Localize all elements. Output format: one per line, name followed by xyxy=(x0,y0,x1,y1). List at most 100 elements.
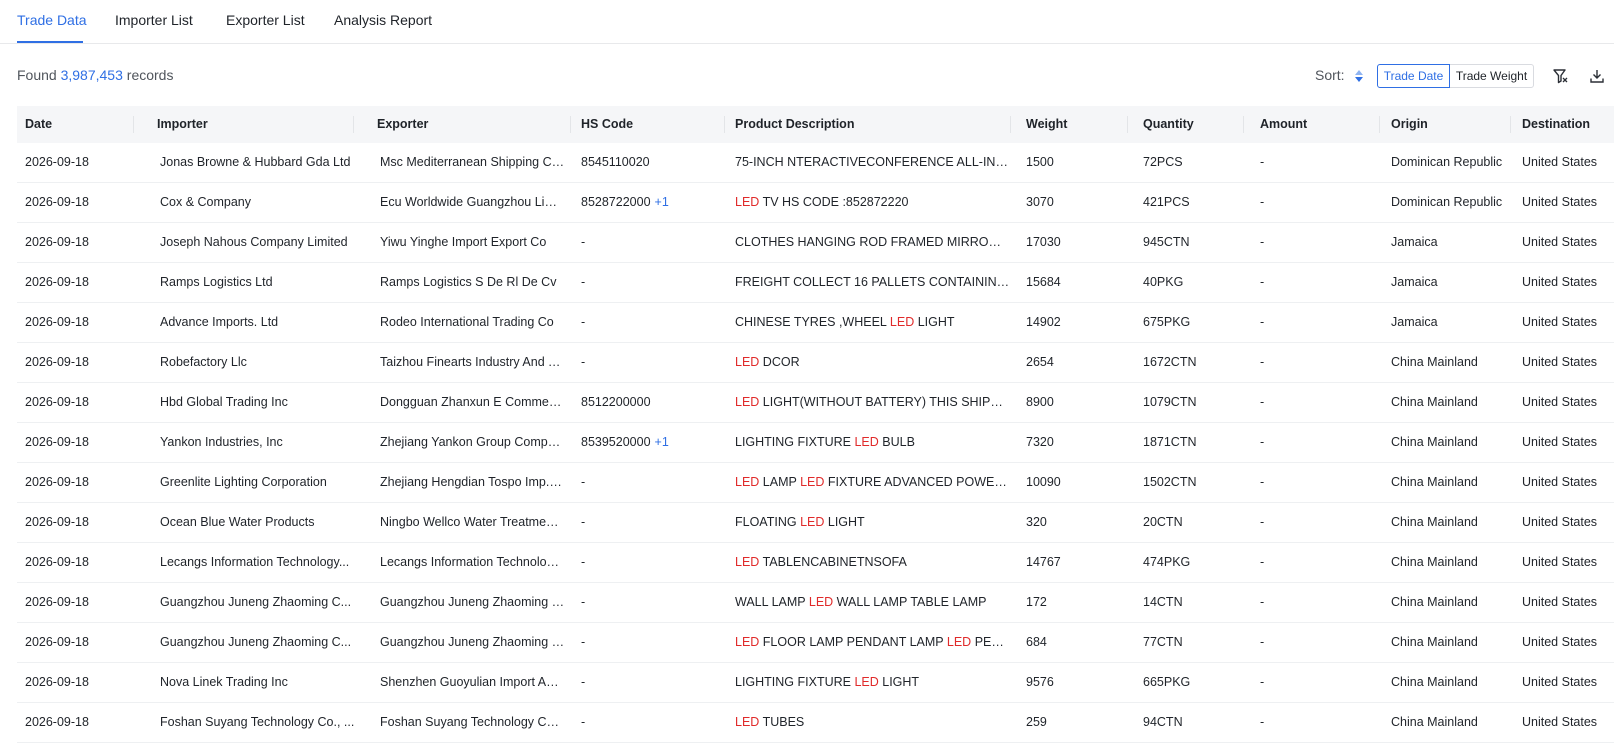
column-header-weight[interactable]: Weight xyxy=(1026,106,1067,143)
cell-hs-code: - xyxy=(581,503,721,543)
cell-exporter[interactable]: Rodeo International Trading Co xyxy=(380,303,565,343)
cell-amount: - xyxy=(1260,435,1265,449)
cell-hs-code: - xyxy=(581,303,721,343)
cell-exporter[interactable]: Guangzhou Juneng Zhaoming C... xyxy=(380,623,565,663)
sort-trade-date-button[interactable]: Trade Date xyxy=(1377,64,1450,88)
cell-weight: 1500 xyxy=(1026,155,1054,169)
hs-code-more-link[interactable]: +1 xyxy=(655,435,669,449)
cell-date: 2026-09-18 xyxy=(25,275,89,289)
keyword-highlight: LED xyxy=(800,515,825,529)
column-divider xyxy=(570,116,571,133)
cell-exporter[interactable]: Shenzhen Guoyulian Import And... xyxy=(380,663,565,703)
column-header-amount[interactable]: Amount xyxy=(1260,106,1307,143)
column-header-origin[interactable]: Origin xyxy=(1391,106,1428,143)
table-row[interactable]: 2026-09-18 Advance Imports. Ltd Rodeo Inte… xyxy=(17,303,1614,343)
sort-trade-weight-button[interactable]: Trade Weight xyxy=(1449,64,1534,88)
cell-exporter[interactable]: Guangzhou Juneng Zhaoming C... xyxy=(380,583,565,623)
cell-amount: - xyxy=(1260,595,1265,609)
cell-importer[interactable]: Yankon Industries, Inc xyxy=(160,423,365,463)
column-header-hs-code[interactable]: HS Code xyxy=(581,106,633,143)
cell-exporter[interactable]: Zhejiang Hengdian Tospo Imp.& ... xyxy=(380,463,565,503)
cell-importer[interactable]: Ramps Logistics Ltd xyxy=(160,263,365,303)
cell-importer[interactable]: Nova Linek Trading Inc xyxy=(160,663,365,703)
cell-importer[interactable]: Lecangs Information Technology... xyxy=(160,543,365,583)
cell-exporter[interactable]: Foshan Suyang Technology Co., ... xyxy=(380,703,565,743)
cell-origin: China Mainland xyxy=(1391,715,1478,729)
cell-exporter[interactable]: Zhejiang Yankon Group Company xyxy=(380,423,565,463)
column-header-product-description[interactable]: Product Description xyxy=(735,106,854,143)
cell-exporter[interactable]: Yiwu Yinghe Import Export Co xyxy=(380,223,565,263)
table-row[interactable]: 2026-09-18 Guangzhou Juneng Zhaoming C...… xyxy=(17,623,1614,663)
cell-importer[interactable]: Guangzhou Juneng Zhaoming C... xyxy=(160,583,365,623)
cell-exporter[interactable]: Taizhou Finearts Industry And Tra... xyxy=(380,343,565,383)
cell-weight: 9576 xyxy=(1026,675,1054,689)
cell-importer[interactable]: Jonas Browne & Hubbard Gda Ltd xyxy=(160,143,365,183)
tab-trade-data[interactable]: Trade Data xyxy=(17,12,87,28)
sort-label: Sort: xyxy=(1315,67,1345,83)
table-row[interactable]: 2026-09-18 Yankon Industries, Inc Zhejiang… xyxy=(17,423,1614,463)
hs-code-value: - xyxy=(581,675,586,689)
hs-code-more-link[interactable]: +1 xyxy=(655,195,669,209)
column-header-importer[interactable]: Importer xyxy=(157,106,208,143)
table-row[interactable]: 2026-09-18 Foshan Suyang Technology Co., … xyxy=(17,703,1614,743)
cell-importer[interactable]: Guangzhou Juneng Zhaoming C... xyxy=(160,623,365,663)
cell-origin: Jamaica xyxy=(1391,235,1438,249)
download-icon[interactable] xyxy=(1588,67,1606,85)
active-tab-indicator xyxy=(17,41,83,43)
table-row[interactable]: 2026-09-18 Ramps Logistics Ltd Ramps Logis… xyxy=(17,263,1614,303)
filter-icon[interactable] xyxy=(1552,67,1570,85)
cell-importer[interactable]: Ocean Blue Water Products xyxy=(160,503,365,543)
table-row[interactable]: 2026-09-18 Jonas Browne & Hubbard Gda Ltd… xyxy=(17,143,1614,183)
cell-exporter[interactable]: Dongguan Zhanxun E Commerc... xyxy=(380,383,565,423)
cell-importer[interactable]: Hbd Global Trading Inc xyxy=(160,383,365,423)
cell-quantity: 94CTN xyxy=(1143,715,1183,729)
cell-importer[interactable]: Cox & Company xyxy=(160,183,365,223)
cell-importer[interactable]: Advance Imports. Ltd xyxy=(160,303,365,343)
cell-exporter[interactable]: Ecu Worldwide Guangzhou Limit... xyxy=(380,183,565,223)
table-row[interactable]: 2026-09-18 Joseph Nahous Company Limited Y… xyxy=(17,223,1614,263)
cell-importer[interactable]: Foshan Suyang Technology Co., ... xyxy=(160,703,365,743)
cell-importer[interactable]: Joseph Nahous Company Limited xyxy=(160,223,365,263)
table-header: Date Importer Exporter HS Code Product D… xyxy=(17,106,1614,143)
table-row[interactable]: 2026-09-18 Greenlite Lighting Corporation… xyxy=(17,463,1614,503)
column-header-date[interactable]: Date xyxy=(25,106,52,143)
cell-weight: 8900 xyxy=(1026,395,1054,409)
column-header-exporter[interactable]: Exporter xyxy=(377,106,428,143)
cell-product-description: WALL LAMP LED WALL LAMP TABLE LAMP xyxy=(735,595,987,609)
table-row[interactable]: 2026-09-18 Hbd Global Trading Inc Dongguan… xyxy=(17,383,1614,423)
keyword-highlight: LED xyxy=(735,195,760,209)
table-row[interactable]: 2026-09-18 Guangzhou Juneng Zhaoming C...… xyxy=(17,583,1614,623)
cell-destination: United States xyxy=(1522,555,1598,569)
table-row[interactable]: 2026-09-18 Nova Linek Trading Inc Shenzhen… xyxy=(17,663,1614,703)
cell-quantity: 1079CTN xyxy=(1143,395,1197,409)
table-row[interactable]: 2026-09-18 Ocean Blue Water Products Ningb… xyxy=(17,503,1614,543)
tab-exporter-list[interactable]: Exporter List xyxy=(226,12,305,28)
cell-importer[interactable]: Greenlite Lighting Corporation xyxy=(160,463,365,503)
cell-origin: China Mainland xyxy=(1391,515,1478,529)
cell-exporter[interactable]: Ramps Logistics S De Rl De Cv xyxy=(380,263,565,303)
tab-importer-list[interactable]: Importer List xyxy=(115,12,193,28)
sort-order-icon[interactable] xyxy=(1354,69,1364,83)
cell-date: 2026-09-18 xyxy=(25,635,89,649)
cell-date: 2026-09-18 xyxy=(25,435,89,449)
column-header-quantity[interactable]: Quantity xyxy=(1143,106,1194,143)
keyword-highlight: LED xyxy=(735,635,760,649)
cell-origin: Jamaica xyxy=(1391,275,1438,289)
cell-exporter[interactable]: Ningbo Wellco Water Treatment ... xyxy=(380,503,565,543)
table-row[interactable]: 2026-09-18 Robefactory Llc Taizhou Fineart… xyxy=(17,343,1614,383)
table-row[interactable]: 2026-09-18 Lecangs Information Technology… xyxy=(17,543,1614,583)
cell-hs-code: - xyxy=(581,583,721,623)
cell-date: 2026-09-18 xyxy=(25,195,89,209)
table-row[interactable]: 2026-09-18 Cox & Company Ecu Worldwide Gua… xyxy=(17,183,1614,223)
hs-code-value: - xyxy=(581,635,586,649)
cell-importer[interactable]: Robefactory Llc xyxy=(160,343,365,383)
column-header-destination[interactable]: Destination xyxy=(1522,106,1590,143)
cell-date: 2026-09-18 xyxy=(25,235,89,249)
cell-quantity: 1502CTN xyxy=(1143,475,1197,489)
cell-exporter[interactable]: Msc Mediterranean Shipping Co... xyxy=(380,143,565,183)
cell-amount: - xyxy=(1260,675,1265,689)
cell-exporter[interactable]: Lecangs Information Technology... xyxy=(380,543,565,583)
tab-analysis-report[interactable]: Analysis Report xyxy=(334,12,432,28)
cell-quantity: 72PCS xyxy=(1143,155,1183,169)
cell-origin: China Mainland xyxy=(1391,435,1478,449)
